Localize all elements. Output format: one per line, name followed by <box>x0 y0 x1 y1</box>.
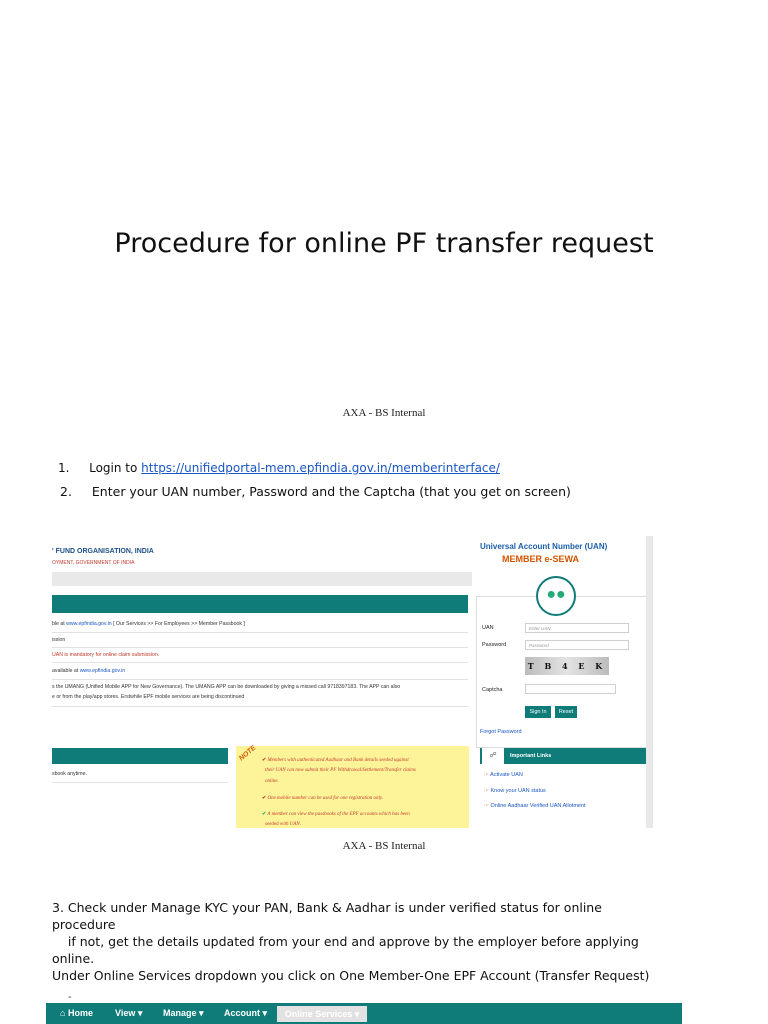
important-links-header: Important Links <box>480 748 646 764</box>
footer-label: AXA - BS Internal <box>342 407 426 419</box>
nav-manage[interactable]: Manage ▾ <box>163 1003 204 1024</box>
link-icon: ☍ <box>482 748 504 764</box>
step-number: 2. <box>60 484 72 499</box>
divider <box>52 647 468 648</box>
divider <box>52 662 468 663</box>
members-icon: ●● <box>536 576 576 616</box>
uan-input[interactable]: Enter UAN <box>525 623 629 633</box>
important-link[interactable]: ☞ Online Aadhaar Verified UAN Allotment <box>484 803 586 809</box>
nav-view[interactable]: View ▾ <box>115 1003 142 1024</box>
signin-button[interactable]: Sign In <box>525 706 551 718</box>
step-1: 1. Login to https://unifiedportal-mem.ep… <box>58 461 500 475</box>
divider <box>52 632 468 633</box>
passbook-header <box>52 748 228 764</box>
step-2: 2. Enter your UAN number, Password and t… <box>60 484 571 499</box>
password-input[interactable]: Password <box>525 640 629 650</box>
menu-band <box>52 572 472 586</box>
epf-link[interactable]: www.epfindia.gov.in <box>80 668 125 674</box>
step-text: Enter your UAN number, Password and the … <box>91 484 571 499</box>
password-label: Password <box>482 642 507 648</box>
hand-pointer-icon: ☞ <box>484 803 489 809</box>
info-line: s the UMANG (Unified Mobile APP for New … <box>52 684 401 690</box>
caret-down-icon: ▾ <box>354 1009 360 1019</box>
passbook-line: sbook anytime. <box>52 771 87 777</box>
announcement-header <box>52 595 468 613</box>
note-line: online. <box>265 779 279 784</box>
note-line: their UAN can now submit their PF Withdr… <box>265 768 416 773</box>
divider <box>52 679 468 680</box>
note-line: ✔ Members with authenticated Aadhaar and… <box>262 758 409 763</box>
caret-down-icon: ▾ <box>137 1008 143 1018</box>
step-3-text: 3. Check under Manage KYC your PAN, Bank… <box>52 899 652 967</box>
forgot-password-link[interactable]: Forgot Password <box>480 729 522 735</box>
step-3-line: 3. Check under Manage KYC your PAN, Bank… <box>52 900 602 932</box>
important-link[interactable]: ☞ Know your UAN status <box>484 788 546 794</box>
step-3-line: online. <box>52 951 95 966</box>
step-text: Login to <box>89 461 142 475</box>
caret-down-icon: ▾ <box>199 1008 204 1018</box>
org-subtitle: OYMENT, GOVERNMENT OF INDIA <box>52 560 135 566</box>
info-line: ble at www.epfindia.gov.in [ Our Service… <box>52 621 245 627</box>
portal-subtitle: MEMBER e-SEWA <box>502 554 580 564</box>
uan-label: UAN <box>482 625 494 631</box>
note-line: seeded with UAN. <box>265 822 301 827</box>
step-number: 1. <box>58 461 70 475</box>
epf-link[interactable]: www.epfindia.gov.in <box>66 621 111 627</box>
scrollbar[interactable] <box>646 536 653 828</box>
important-link[interactable]: ☞ Activate UAN <box>484 772 523 778</box>
captcha-image: T B 4 E K <box>525 657 609 675</box>
hand-pointer-icon: ☞ <box>484 772 489 778</box>
reset-button[interactable]: Reset <box>555 706 577 718</box>
footer-label: AXA - BS Internal <box>342 840 426 852</box>
nav-account[interactable]: Account ▾ <box>224 1003 267 1024</box>
home-icon: ⌂ <box>60 1008 66 1018</box>
online-services-instruction: Under Online Services dropdown you click… <box>52 968 650 983</box>
info-line: available at www.epfindia.gov.in <box>52 668 126 674</box>
note-line: ✔ A member can view the passbooks of the… <box>262 812 410 817</box>
info-line: ission <box>52 637 66 643</box>
divider <box>52 706 468 707</box>
page-title: Procedure for online PF transfer request <box>114 228 654 259</box>
captcha-input[interactable] <box>525 684 616 694</box>
epf-portal-link[interactable]: https://unifiedportal-mem.epfindia.gov.i… <box>141 461 500 475</box>
nav-online-services[interactable]: Online Services ▾ <box>277 1006 367 1022</box>
nav-home[interactable]: ⌂ Home <box>60 1003 93 1024</box>
portal-title: Universal Account Number (UAN) <box>480 542 608 551</box>
login-page-screenshot: ' FUND ORGANISATION, INDIA OYMENT, GOVER… <box>52 536 653 828</box>
note-line: ✔ One mobile number can be used for one … <box>262 796 384 801</box>
step-3-line: if not, get the details updated from you… <box>52 934 639 949</box>
caret-down-icon: ▾ <box>262 1008 268 1018</box>
info-line: e or from the play/app stores. Erstwhile… <box>52 694 245 700</box>
dash-mark: - <box>68 992 72 1003</box>
org-name: ' FUND ORGANISATION, INDIA <box>52 548 154 555</box>
captcha-label: Captcha <box>482 687 503 693</box>
info-line: UAN is mandatory for online claim submis… <box>52 652 160 658</box>
divider <box>52 782 228 783</box>
hand-pointer-icon: ☞ <box>484 788 489 794</box>
